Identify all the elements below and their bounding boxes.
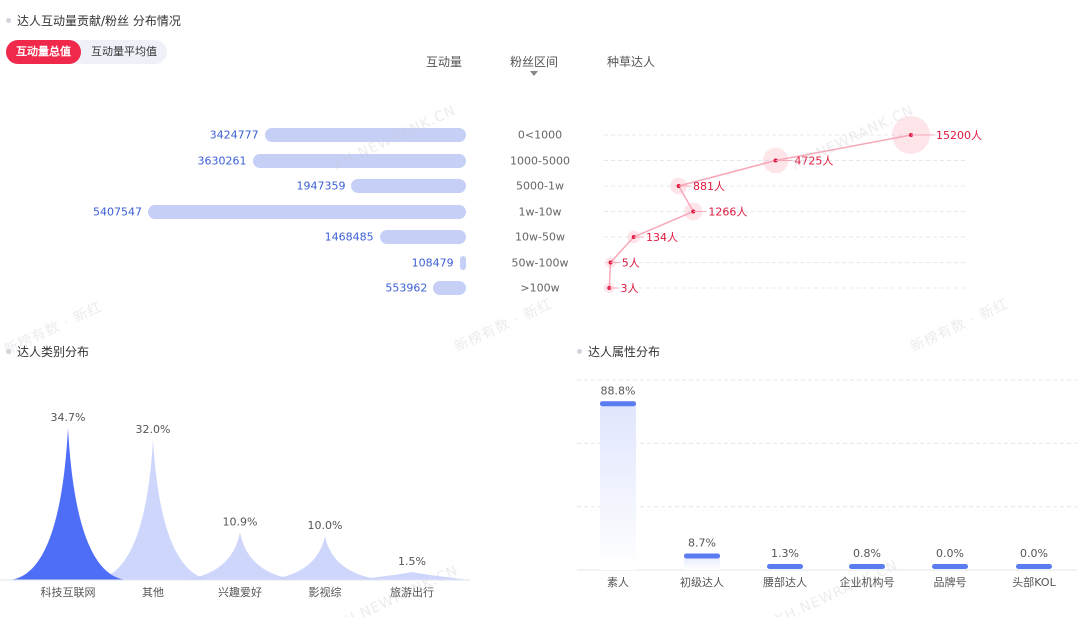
column-header-fans-range[interactable]: 粉丝区间 (510, 53, 558, 70)
interaction-bar[interactable] (264, 128, 466, 142)
column-header-kol: 种草达人 (606, 55, 656, 69)
kol-count-line-chart: 15200人 4725人 881人 1266人 134人 5人 3人 (604, 116, 982, 295)
interaction-bar[interactable] (148, 204, 466, 219)
interaction-bar[interactable] (459, 255, 466, 270)
watermark-text: 新榜有数 · 新红 (452, 296, 556, 356)
attribute-value-label: 88.8% (601, 384, 636, 397)
attribute-axis-label: 企业机构号 (840, 575, 895, 589)
attribute-axis-label: 品牌号 (934, 575, 967, 589)
attribute-bar-cap (932, 564, 968, 569)
category-axis-label: 旅游出行 (390, 585, 434, 599)
attribute-value-label: 0.8% (853, 547, 881, 560)
attribute-bar-cap (767, 564, 803, 569)
attribute-value-label: 0.0% (936, 547, 964, 560)
column-header-interaction: 互动量 (425, 55, 463, 69)
bullet-dot-icon (577, 349, 582, 354)
category-axis-label: 其他 (142, 586, 164, 599)
sort-caret-down-icon[interactable] (530, 71, 538, 76)
interaction-value-label: 1947359 (296, 179, 346, 193)
kol-count-label: 3人 (620, 282, 638, 295)
metric-tab-group: 互动量总值 互动量平均值 (6, 40, 167, 64)
interaction-bar[interactable] (351, 179, 466, 193)
tab-interaction-average[interactable]: 互动量平均值 (81, 40, 167, 64)
attribute-value-label: 0.0% (1020, 547, 1048, 560)
category-spike (267, 536, 383, 580)
interaction-value-label: 1468485 (324, 230, 374, 244)
category-value-label: 10.9% (223, 515, 258, 528)
kol-count-label: 15200人 (936, 129, 982, 142)
interaction-value-label: 3630261 (197, 154, 247, 167)
category-axis-label: 科技互联网 (41, 585, 96, 599)
attribute-distribution-chart: 88.8% 素人 8.7% 初级达人 1.3% 腰部达人 0.8% 企业机构号 0.0% 品牌号 0… (577, 379, 1077, 589)
kol-count-label: 4725人 (794, 155, 833, 168)
attribute-axis-label: 素人 (607, 576, 629, 589)
kol-count-label: 134人 (646, 231, 678, 244)
bullet-dot-icon (6, 18, 11, 23)
kol-count-label: 1266人 (708, 206, 747, 219)
attribute-bar-fill (600, 401, 636, 570)
bullet-dot-icon (6, 349, 11, 354)
section-title-interaction: 达人互动量贡献/粉丝 分布情况 (6, 12, 181, 29)
fans-range-label: >100w (520, 281, 560, 295)
category-spike (10, 428, 126, 580)
category-value-label: 1.5% (398, 555, 426, 568)
fans-range-label: 1w-10w (518, 205, 562, 218)
section-title-category: 达人类别分布 (6, 343, 89, 360)
attribute-value-label: 1.3% (771, 547, 799, 560)
interaction-value-label: 553962 (385, 281, 428, 295)
page-title: 达人互动量贡献/粉丝 分布情况 (17, 14, 181, 28)
category-value-label: 10.0% (308, 519, 343, 532)
category-axis-label: 影视综 (309, 585, 342, 599)
attribute-bar-cap (600, 401, 636, 407)
kol-count-label: 5人 (622, 257, 640, 270)
category-section-title: 达人类别分布 (17, 345, 90, 359)
kol-count-label: 881人 (693, 180, 725, 193)
fans-range-label: 50w-100w (511, 256, 569, 269)
attribute-axis-label: 腰部达人 (763, 575, 807, 589)
attribute-bar-cap (1016, 564, 1052, 569)
interaction-value-label: 3424777 (209, 128, 259, 142)
category-axis-label: 兴趣爱好 (218, 585, 262, 599)
attribute-section-title: 达人属性分布 (588, 345, 661, 359)
category-spike (95, 439, 211, 580)
fans-range-label: 1000-5000 (510, 154, 570, 167)
interaction-bar[interactable] (433, 281, 466, 295)
category-distribution-chart: 1.5% 10.0% 10.9% 32.0% 34.7% 科技互联网 其他 兴趣爱好 影视综 旅游… (0, 411, 470, 599)
attribute-axis-label: 初级达人 (680, 575, 724, 589)
category-value-label: 34.7% (51, 411, 86, 424)
tab-interaction-total[interactable]: 互动量总值 (6, 40, 81, 64)
attribute-bar-cap (684, 553, 720, 559)
fans-range-label: 10w-50w (515, 230, 565, 244)
category-value-label: 32.0% (136, 423, 171, 436)
interaction-value-label: 5407547 (93, 205, 142, 218)
fans-range-label: 5000-1w (516, 179, 564, 193)
interaction-bar[interactable] (379, 230, 466, 244)
fans-range-label: 0<1000 (517, 128, 563, 142)
attribute-axis-label: 头部KOL (1012, 575, 1056, 589)
section-title-attribute: 达人属性分布 (577, 343, 660, 360)
interaction-bar[interactable] (252, 153, 466, 168)
interaction-value-label: 108479 (411, 256, 454, 269)
attribute-bar-cap (849, 564, 885, 569)
category-spike (182, 532, 298, 580)
attribute-value-label: 8.7% (688, 536, 716, 549)
